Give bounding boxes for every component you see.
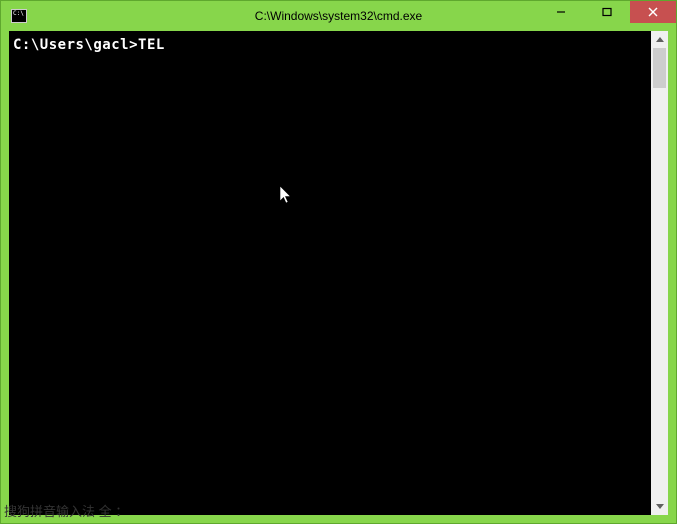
- client-area: C:\Users\gacl>TEL: [9, 31, 668, 515]
- command-input: TEL: [138, 37, 165, 53]
- terminal[interactable]: C:\Users\gacl>TEL: [9, 31, 651, 515]
- chevron-down-icon: [656, 504, 664, 509]
- scroll-thumb[interactable]: [653, 48, 666, 88]
- close-icon: [648, 7, 658, 17]
- window-controls: [538, 1, 676, 23]
- titlebar[interactable]: C:\Windows\system32\cmd.exe: [1, 1, 676, 31]
- chevron-up-icon: [656, 37, 664, 42]
- cmd-icon: [11, 9, 27, 23]
- prompt: C:\Users\gacl>: [13, 37, 138, 53]
- maximize-icon: [602, 7, 612, 17]
- minimize-button[interactable]: [538, 1, 584, 23]
- ime-status: 搜狗拼音输入法 全 ：: [4, 501, 128, 520]
- cmd-window: C:\Windows\system32\cmd.exe C:\Users\gac: [0, 0, 677, 524]
- maximize-button[interactable]: [584, 1, 630, 23]
- vertical-scrollbar[interactable]: [651, 31, 668, 515]
- minimize-icon: [556, 7, 566, 17]
- close-button[interactable]: [630, 1, 676, 23]
- scroll-down-arrow[interactable]: [651, 498, 668, 515]
- scroll-up-arrow[interactable]: [651, 31, 668, 48]
- scroll-track[interactable]: [651, 48, 668, 498]
